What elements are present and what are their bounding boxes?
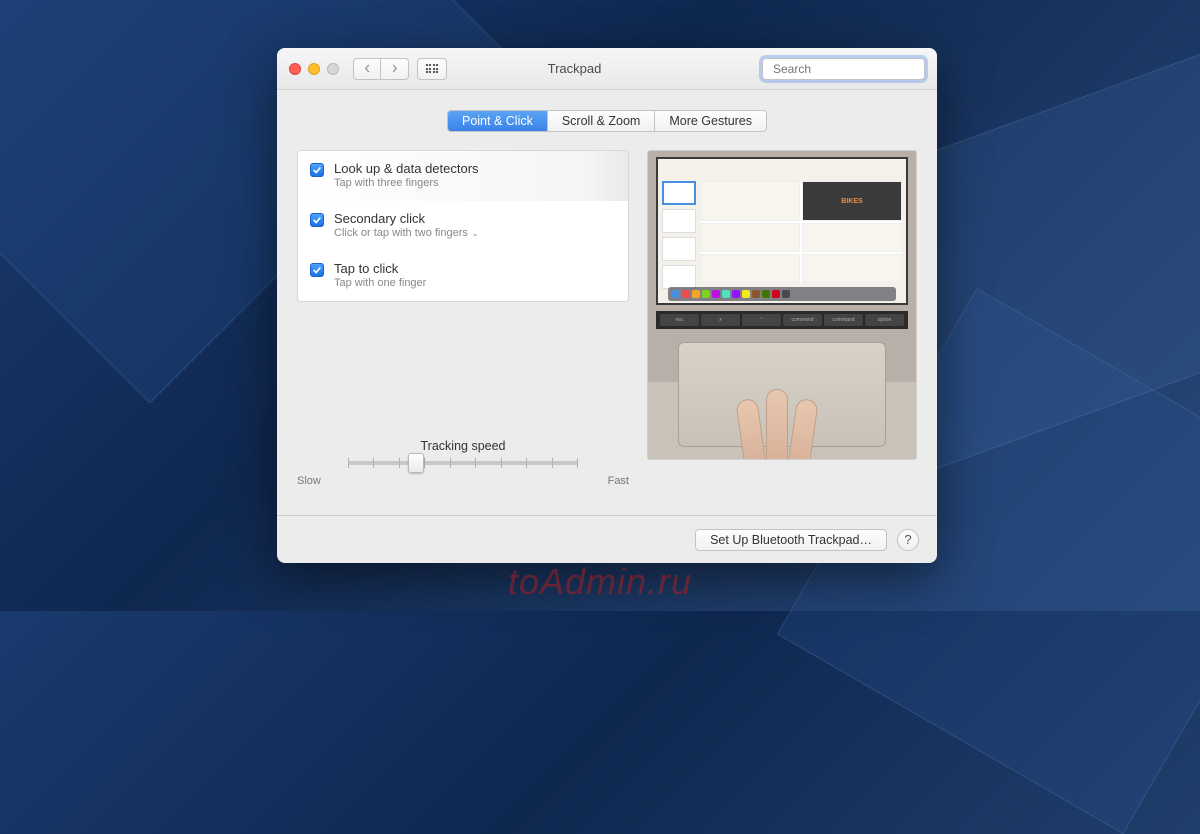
slider-min-label: Slow [297,475,321,487]
tracking-speed-slider[interactable] [348,461,578,465]
window-controls [289,63,339,75]
search-field[interactable] [762,58,925,80]
checkbox-lookup[interactable] [310,163,324,177]
tab-scroll-zoom[interactable]: Scroll & Zoom [548,111,656,131]
titlebar: Trackpad [277,48,937,90]
window-title: Trackpad [387,61,762,76]
close-button[interactable] [289,63,301,75]
slider-max-label: Fast [608,475,629,487]
preview-hand [722,389,842,460]
option-tap-to-click[interactable]: Tap to click Tap with one finger [298,251,628,301]
gesture-preview: BIKES esc x ⌃ command command option [647,150,917,460]
preview-screen: BIKES [656,157,908,305]
option-sub: Tap with one finger [334,277,426,289]
option-sub[interactable]: Click or tap with two fingers ⌄ [334,227,479,239]
option-label: Tap to click [334,261,426,276]
tracking-speed-label: Tracking speed [297,439,629,453]
back-button[interactable] [353,58,381,80]
checkbox-tap[interactable] [310,263,324,277]
option-label: Look up & data detectors [334,161,479,176]
footer: Set Up Bluetooth Trackpad… ? [277,515,937,563]
tab-point-click[interactable]: Point & Click [448,111,548,131]
option-sub: Tap with three fingers [334,177,479,189]
minimize-button[interactable] [308,63,320,75]
checkbox-secondary[interactable] [310,213,324,227]
tracking-speed-box: Tracking speed Slow Fast [297,439,629,515]
preview-touchbar: esc x ⌃ command command option [656,311,908,329]
slider-thumb[interactable] [408,453,424,473]
watermark: toAdmin.ru [508,561,692,603]
zoom-button[interactable] [327,63,339,75]
tab-more-gestures[interactable]: More Gestures [655,111,766,131]
option-lookup[interactable]: Look up & data detectors Tap with three … [298,151,628,201]
tab-row: Point & Click Scroll & Zoom More Gesture… [277,110,937,132]
options-list: Look up & data detectors Tap with three … [297,150,629,302]
help-button[interactable]: ? [897,529,919,551]
setup-bluetooth-button[interactable]: Set Up Bluetooth Trackpad… [695,529,887,551]
preferences-window: Trackpad Point & Click Scroll & Zoom Mor… [277,48,937,563]
chevron-down-icon: ⌄ [472,229,479,238]
search-input[interactable] [773,62,928,76]
option-label: Secondary click [334,211,479,226]
option-secondary-click[interactable]: Secondary click Click or tap with two fi… [298,201,628,251]
